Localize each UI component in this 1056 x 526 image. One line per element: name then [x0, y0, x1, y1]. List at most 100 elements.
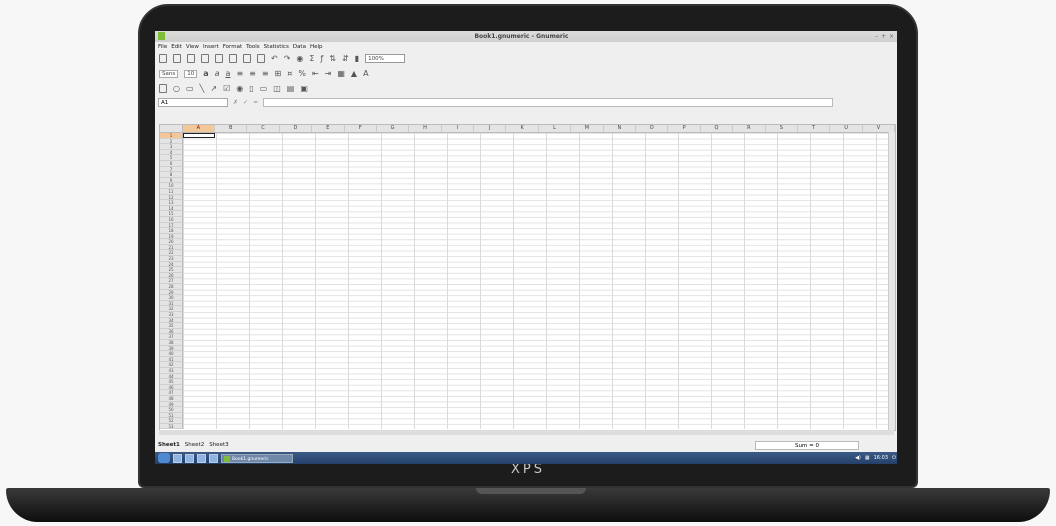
borders-icon[interactable]: ▦: [337, 69, 345, 79]
column-header-e[interactable]: E: [312, 125, 345, 132]
percent-icon[interactable]: %: [298, 69, 306, 79]
align-center-icon[interactable]: ≡: [249, 69, 256, 79]
scrollbar-icon[interactable]: ▯: [249, 84, 253, 94]
close-button[interactable]: ×: [889, 33, 894, 40]
cell-reference-box[interactable]: A1: [158, 97, 228, 107]
power-icon[interactable]: ⏻: [892, 455, 896, 461]
list-icon[interactable]: ▤: [287, 84, 295, 94]
line-icon[interactable]: ╲: [200, 84, 205, 94]
cut-icon[interactable]: [229, 54, 237, 63]
menu-edit[interactable]: Edit: [171, 44, 182, 50]
arrow-icon[interactable]: ↗: [210, 84, 217, 94]
maximize-button[interactable]: +: [881, 33, 886, 40]
desktop-icon[interactable]: [209, 453, 218, 463]
font-color-icon[interactable]: A: [363, 69, 368, 79]
print-icon[interactable]: [201, 54, 209, 63]
row-header-53[interactable]: 53: [160, 424, 182, 430]
paste-icon[interactable]: [257, 54, 265, 63]
print-preview-icon[interactable]: [215, 54, 223, 63]
column-header-f[interactable]: F: [345, 125, 377, 132]
menu-tools[interactable]: Tools: [246, 44, 260, 50]
select-all-corner[interactable]: [160, 125, 183, 132]
align-right-icon[interactable]: ≡: [262, 69, 269, 79]
column-header-d[interactable]: D: [280, 125, 313, 132]
column-header-k[interactable]: K: [506, 125, 539, 132]
ellipse-icon[interactable]: ○: [173, 84, 180, 94]
column-header-m[interactable]: M: [571, 125, 604, 132]
decrease-indent-icon[interactable]: ⇤: [312, 69, 319, 79]
column-header-n[interactable]: N: [604, 125, 637, 132]
sheet-tab-3[interactable]: Sheet3: [209, 442, 228, 448]
rectangle-icon[interactable]: [159, 84, 167, 93]
font-family-select[interactable]: Sans: [159, 69, 179, 78]
accept-icon[interactable]: ✓: [243, 99, 248, 106]
save-file-icon[interactable]: [187, 54, 195, 63]
menu-insert[interactable]: Insert: [203, 44, 219, 50]
taskbar-gnumeric-task[interactable]: Book1.gnumeric: [221, 453, 293, 463]
horizontal-scrollbar[interactable]: [159, 430, 894, 435]
column-header-l[interactable]: L: [539, 125, 572, 132]
volume-icon[interactable]: ◀): [855, 455, 861, 461]
bold-button[interactable]: a: [203, 69, 208, 79]
column-header-v[interactable]: V: [863, 125, 895, 132]
copy-icon[interactable]: [243, 54, 251, 63]
hyperlink-icon[interactable]: ◉: [296, 54, 303, 64]
cancel-icon[interactable]: ✗: [233, 99, 238, 106]
column-header-h[interactable]: H: [409, 125, 442, 132]
network-icon[interactable]: ▦: [865, 455, 870, 461]
column-header-p[interactable]: P: [668, 125, 701, 132]
sheet-tab-2[interactable]: Sheet2: [185, 442, 204, 448]
browser-icon[interactable]: [197, 453, 206, 463]
currency-icon[interactable]: ¤: [287, 69, 292, 79]
open-file-icon[interactable]: [173, 54, 181, 63]
vertical-scrollbar[interactable]: [888, 132, 895, 430]
column-header-u[interactable]: U: [830, 125, 863, 132]
column-header-r[interactable]: R: [733, 125, 766, 132]
menu-file[interactable]: File: [158, 44, 167, 50]
background-color-icon[interactable]: ▲: [351, 69, 357, 79]
sum-icon[interactable]: Σ: [309, 54, 314, 64]
chart-icon[interactable]: ▮: [355, 54, 359, 64]
column-header-c[interactable]: C: [247, 125, 280, 132]
file-manager-icon[interactable]: [173, 453, 182, 463]
column-header-t[interactable]: T: [798, 125, 831, 132]
italic-button[interactable]: a: [215, 69, 220, 79]
column-header-q[interactable]: Q: [701, 125, 734, 132]
radio-button-icon[interactable]: ◉: [236, 84, 243, 94]
equals-icon[interactable]: =: [253, 99, 258, 106]
increase-indent-icon[interactable]: ⇥: [325, 69, 332, 79]
column-header-i[interactable]: I: [442, 125, 475, 132]
formula-input[interactable]: [263, 97, 834, 107]
column-header-b[interactable]: B: [215, 125, 248, 132]
menu-statistics[interactable]: Statistics: [264, 44, 289, 50]
menu-view[interactable]: View: [186, 44, 199, 50]
active-cell-a1[interactable]: [183, 133, 215, 138]
slider-icon[interactable]: ▭: [260, 84, 268, 94]
sort-ascending-icon[interactable]: ⇅: [329, 54, 336, 64]
combo-icon[interactable]: ▣: [300, 84, 308, 94]
merge-cells-icon[interactable]: ⊞: [275, 69, 282, 79]
start-menu-button[interactable]: [158, 453, 170, 463]
terminal-icon[interactable]: [185, 453, 194, 463]
column-header-s[interactable]: S: [766, 125, 798, 132]
font-size-select[interactable]: 10: [184, 69, 198, 78]
checkbox-icon[interactable]: ☑: [223, 84, 230, 94]
column-header-j[interactable]: J: [474, 125, 507, 132]
undo-icon[interactable]: ↶: [271, 54, 278, 64]
new-file-icon[interactable]: [159, 54, 167, 63]
sort-descending-icon[interactable]: ⇵: [342, 54, 349, 64]
cell-area[interactable]: [183, 133, 895, 430]
redo-icon[interactable]: ↷: [284, 54, 291, 64]
column-header-a[interactable]: A: [182, 125, 215, 132]
function-icon[interactable]: ƒ: [320, 54, 323, 64]
sheet-tab-1[interactable]: Sheet1: [158, 442, 180, 448]
align-left-icon[interactable]: ≡: [236, 69, 243, 79]
spinbutton-icon[interactable]: ◫: [273, 84, 281, 94]
column-header-o[interactable]: O: [636, 125, 669, 132]
menu-help[interactable]: Help: [310, 44, 323, 50]
underline-button[interactable]: a: [226, 69, 231, 79]
minimize-button[interactable]: –: [875, 33, 878, 40]
column-header-g[interactable]: G: [377, 125, 410, 132]
menu-format[interactable]: Format: [223, 44, 242, 50]
frame-icon[interactable]: ▭: [186, 84, 194, 94]
